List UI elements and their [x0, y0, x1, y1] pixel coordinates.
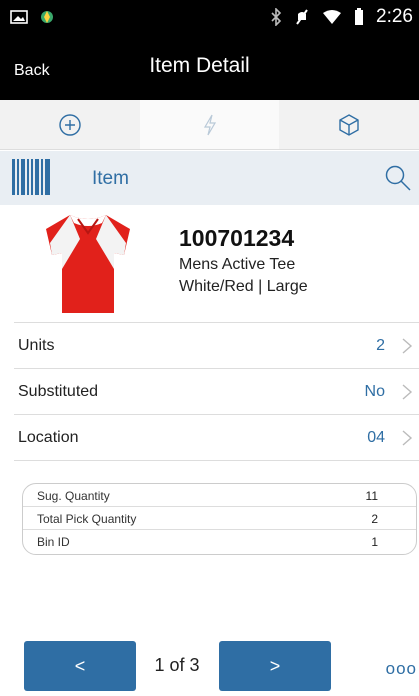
more-options-button[interactable]: ooo	[386, 659, 417, 679]
substituted-row[interactable]: Substituted No	[14, 369, 419, 415]
summary-row: Total Pick Quantity 2	[23, 507, 416, 530]
location-value: 04	[367, 429, 385, 446]
tab-actions[interactable]	[139, 100, 280, 149]
bluetooth-icon	[271, 8, 282, 26]
item-image[interactable]	[40, 209, 136, 317]
substituted-label: Substituted	[18, 383, 99, 400]
page-indicator: 1 of 3	[154, 655, 200, 675]
next-button[interactable]: >	[219, 641, 331, 691]
substituted-value: No	[364, 383, 385, 400]
battery-icon	[355, 8, 364, 25]
footer-nav: < 1 of 3 > ooo	[0, 641, 419, 696]
item-variant: White/Red | Large	[179, 278, 308, 295]
tab-bar	[0, 100, 419, 150]
scan-label[interactable]: Item	[92, 168, 129, 190]
units-value: 2	[376, 337, 385, 354]
sug-quantity-value: 11	[365, 489, 378, 503]
total-pick-quantity-label: Total Pick Quantity	[37, 512, 137, 526]
summary-row: Sug. Quantity 11	[23, 484, 416, 507]
total-pick-quantity-value: 2	[371, 512, 378, 526]
page-title: Item Detail	[149, 54, 250, 77]
detail-list: Units 2 Substituted No Location 04	[14, 322, 419, 461]
location-label: Location	[18, 429, 79, 446]
summary-row: Bin ID 1	[23, 530, 416, 553]
tab-add[interactable]	[0, 100, 140, 149]
item-number: 100701234	[179, 225, 295, 251]
quantity-summary: Sug. Quantity 11 Total Pick Quantity 2 B…	[22, 483, 417, 555]
search-icon[interactable]	[383, 163, 413, 193]
barcode-icon	[12, 159, 50, 195]
image-notification-icon	[10, 10, 28, 24]
status-bar: 2:26	[0, 0, 419, 36]
bin-id-label: Bin ID	[37, 535, 70, 549]
app-notification-icon	[41, 11, 53, 23]
sug-quantity-label: Sug. Quantity	[37, 489, 110, 503]
mute-icon	[296, 9, 308, 25]
tab-container[interactable]	[279, 100, 419, 149]
plus-circle-icon	[59, 113, 81, 136]
chevron-right-icon	[402, 338, 413, 354]
chevron-right-icon	[402, 430, 413, 446]
chevron-right-icon	[402, 384, 413, 400]
item-description: Mens Active Tee	[179, 256, 296, 273]
lightning-icon	[203, 114, 216, 135]
header-bar: Back Item Detail	[0, 36, 419, 100]
bin-id-value: 1	[371, 535, 378, 549]
cube-icon	[339, 113, 359, 136]
item-summary: 100701234 Mens Active Tee White/Red | La…	[0, 205, 419, 320]
units-label: Units	[18, 337, 55, 354]
units-row[interactable]: Units 2	[14, 323, 419, 369]
clock: 2:26	[376, 6, 413, 27]
wifi-icon	[323, 10, 342, 24]
location-row[interactable]: Location 04	[14, 415, 419, 461]
previous-button[interactable]: <	[24, 641, 136, 691]
scan-bar: Item	[0, 151, 419, 205]
